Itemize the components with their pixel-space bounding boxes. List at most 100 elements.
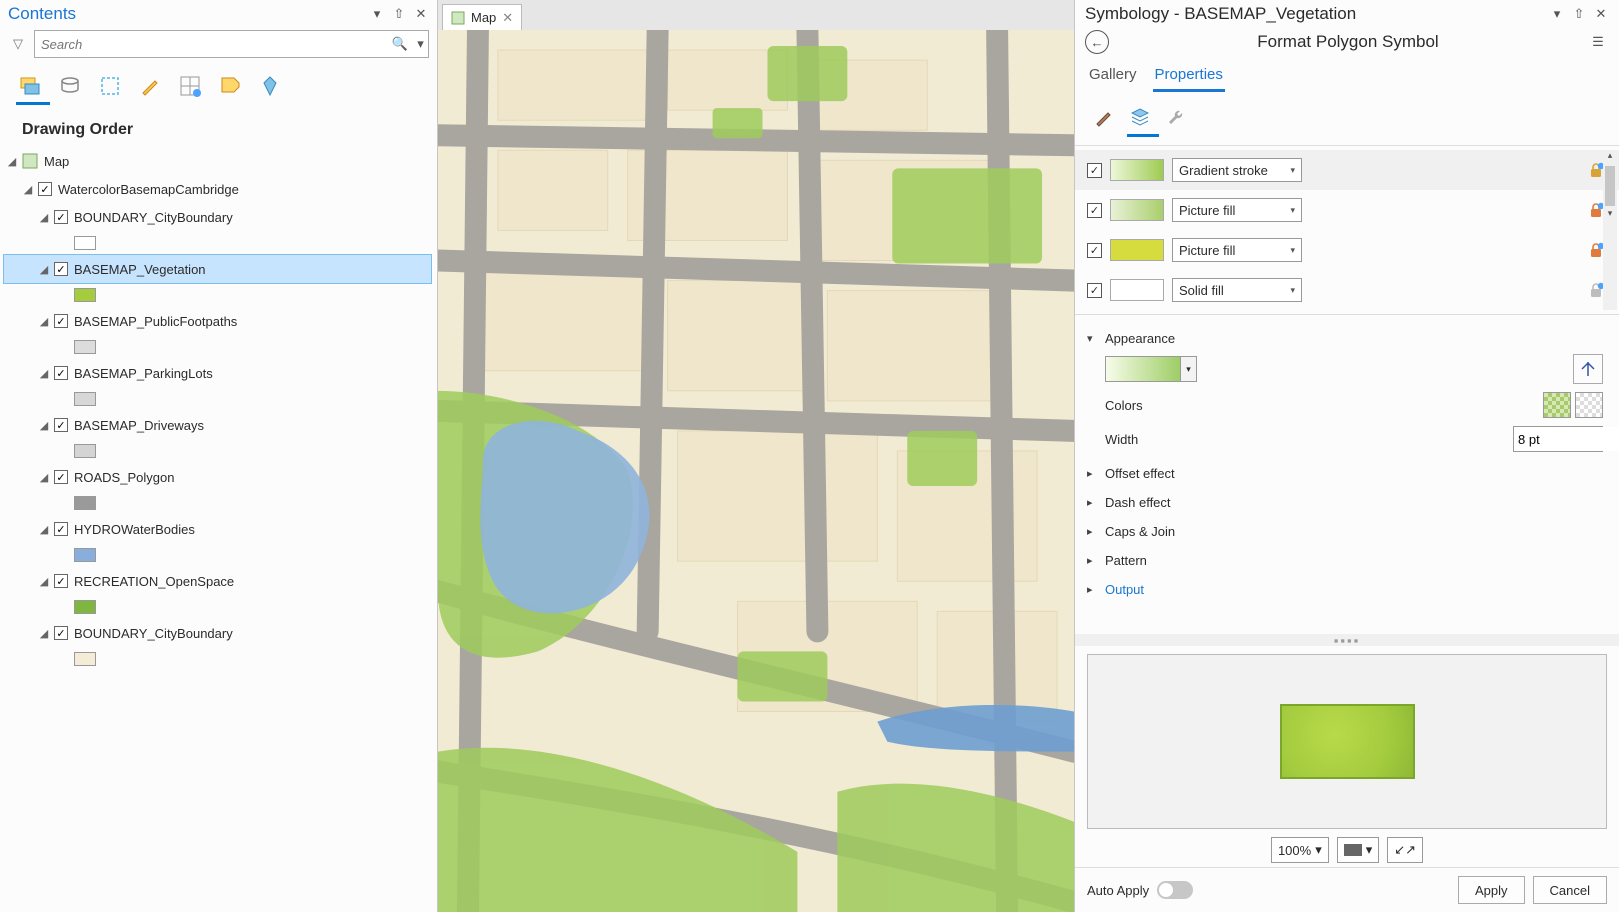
triangle-down-icon[interactable]: ◢ <box>38 211 50 224</box>
search-input[interactable] <box>35 37 388 52</box>
list-by-editing-icon[interactable] <box>136 72 164 100</box>
filter-icon[interactable]: ▽ <box>8 36 28 52</box>
close-icon[interactable]: ✕ <box>413 6 429 22</box>
checkbox[interactable] <box>54 626 68 640</box>
list-by-labeling-icon[interactable] <box>216 72 244 100</box>
search-dropdown-icon[interactable]: ▾ <box>412 36 428 52</box>
scale-toggle-icon[interactable]: ↙↗ <box>1387 837 1423 863</box>
flip-icon[interactable] <box>1573 354 1603 384</box>
symbol-layer-type-dropdown[interactable]: Gradient stroke▾ <box>1172 158 1302 182</box>
symbol-layer-type-dropdown[interactable]: Picture fill▾ <box>1172 238 1302 262</box>
brush-icon[interactable] <box>1091 104 1117 130</box>
symbol-layer-row[interactable]: Gradient stroke▾ <box>1075 150 1619 190</box>
layer-label: HYDROWaterBodies <box>72 522 195 537</box>
checkbox[interactable] <box>54 210 68 224</box>
triangle-down-icon[interactable]: ◢ <box>22 183 34 196</box>
checkbox[interactable] <box>1087 243 1102 258</box>
preview-resizer[interactable]: ▪▪▪▪ <box>1075 634 1619 646</box>
section-offset[interactable]: ▸Offset effect <box>1087 462 1607 485</box>
layers-icon[interactable] <box>1127 104 1153 130</box>
section-output[interactable]: ▸Output <box>1087 578 1607 601</box>
symbol-layer-type-dropdown[interactable]: Solid fill▾ <box>1172 278 1302 302</box>
list-by-perception-icon[interactable] <box>256 72 284 100</box>
close-icon[interactable]: ✕ <box>1593 6 1609 22</box>
triangle-down-icon[interactable]: ◢ <box>38 367 50 380</box>
tree-map-root[interactable]: ◢ Map <box>4 147 431 175</box>
menu-icon[interactable]: ☰ <box>1587 34 1609 50</box>
checkbox[interactable] <box>54 574 68 588</box>
auto-apply-toggle[interactable] <box>1157 881 1193 899</box>
layer-row[interactable]: ◢ HYDROWaterBodies <box>4 515 431 543</box>
contents-title: Contents <box>8 4 369 24</box>
tree-group[interactable]: ◢ WatercolorBasemapCambridge <box>4 175 431 203</box>
layer-row[interactable]: ◢ BASEMAP_Driveways <box>4 411 431 439</box>
triangle-down-icon[interactable]: ◢ <box>6 155 18 168</box>
section-pattern[interactable]: ▸Pattern <box>1087 549 1607 572</box>
cancel-button[interactable]: Cancel <box>1533 876 1607 904</box>
checkbox[interactable] <box>54 262 68 276</box>
triangle-down-icon[interactable]: ◢ <box>38 263 50 276</box>
layer-row[interactable]: ◢ BOUNDARY_CityBoundary <box>4 619 431 647</box>
tab-gallery[interactable]: Gallery <box>1087 62 1139 92</box>
checkbox[interactable] <box>1087 203 1102 218</box>
back-button[interactable]: ← <box>1085 30 1109 54</box>
list-by-selection-icon[interactable] <box>96 72 124 100</box>
section-appearance[interactable]: ▾Appearance <box>1087 327 1607 350</box>
width-input[interactable] <box>1514 427 1619 451</box>
scroll-thumb[interactable] <box>1605 166 1615 206</box>
layer-row[interactable]: ◢ BASEMAP_Vegetation <box>4 255 431 283</box>
checkbox[interactable] <box>1087 283 1102 298</box>
background-dropdown[interactable]: ▾ <box>1337 837 1380 863</box>
pin-icon[interactable]: ⇧ <box>1571 6 1587 22</box>
triangle-down-icon[interactable]: ◢ <box>38 419 50 432</box>
gradient-color-picker[interactable]: ▾ <box>1105 356 1197 382</box>
search-icon[interactable]: 🔍 <box>388 36 412 52</box>
scroll-down-icon[interactable]: ▾ <box>1603 208 1617 222</box>
pin-icon[interactable]: ⇧ <box>391 6 407 22</box>
triangle-down-icon[interactable]: ◢ <box>38 471 50 484</box>
checkbox[interactable] <box>54 470 68 484</box>
map-view[interactable] <box>438 30 1074 912</box>
color-swatch-1[interactable] <box>1543 392 1571 418</box>
list-by-data-source-icon[interactable] <box>56 72 84 100</box>
checkbox[interactable] <box>54 418 68 432</box>
triangle-down-icon[interactable]: ◢ <box>38 523 50 536</box>
layer-row[interactable]: ◢ RECREATION_OpenSpace <box>4 567 431 595</box>
tab-properties[interactable]: Properties <box>1153 62 1225 92</box>
list-by-snapping-icon[interactable] <box>176 72 204 100</box>
checkbox[interactable] <box>54 522 68 536</box>
zoom-dropdown[interactable]: 100%▾ <box>1271 837 1329 863</box>
layer-row[interactable]: ◢ BASEMAP_ParkingLots <box>4 359 431 387</box>
section-caps[interactable]: ▸Caps & Join <box>1087 520 1607 543</box>
map-tab[interactable]: Map ✕ <box>442 4 522 30</box>
layer-swatch <box>74 288 96 302</box>
scroll-up-icon[interactable]: ▴ <box>1603 150 1617 164</box>
section-dash[interactable]: ▸Dash effect <box>1087 491 1607 514</box>
layer-label: BOUNDARY_CityBoundary <box>72 210 233 225</box>
chevron-down-icon[interactable]: ▾ <box>1549 6 1565 22</box>
symbol-layer-type-dropdown[interactable]: Picture fill▾ <box>1172 198 1302 222</box>
close-icon[interactable]: ✕ <box>502 10 513 26</box>
layers-scrollbar[interactable]: ▴ ▾ <box>1603 150 1617 310</box>
triangle-down-icon[interactable]: ◢ <box>38 315 50 328</box>
symbology-pane: Symbology - BASEMAP_Vegetation ▾ ⇧ ✕ ← F… <box>1075 0 1619 912</box>
triangle-down-icon[interactable]: ◢ <box>38 627 50 640</box>
symbol-layer-row[interactable]: Picture fill▾ <box>1075 230 1619 270</box>
list-by-drawing-order-icon[interactable] <box>16 72 44 100</box>
symbol-layer-row[interactable]: Picture fill▾ <box>1075 190 1619 230</box>
layer-row[interactable]: ◢ ROADS_Polygon <box>4 463 431 491</box>
checkbox[interactable] <box>1087 163 1102 178</box>
width-spinner[interactable]: ▴▾ <box>1513 426 1603 452</box>
checkbox[interactable] <box>54 314 68 328</box>
layer-swatch <box>74 340 96 354</box>
apply-button[interactable]: Apply <box>1458 876 1525 904</box>
triangle-down-icon[interactable]: ◢ <box>38 575 50 588</box>
layer-row[interactable]: ◢ BOUNDARY_CityBoundary <box>4 203 431 231</box>
chevron-down-icon[interactable]: ▾ <box>369 6 385 22</box>
color-swatch-2[interactable] <box>1575 392 1603 418</box>
symbol-layer-row[interactable]: Solid fill▾ <box>1075 270 1619 310</box>
wrench-icon[interactable] <box>1163 104 1189 130</box>
checkbox[interactable] <box>54 366 68 380</box>
checkbox[interactable] <box>38 182 52 196</box>
layer-row[interactable]: ◢ BASEMAP_PublicFootpaths <box>4 307 431 335</box>
